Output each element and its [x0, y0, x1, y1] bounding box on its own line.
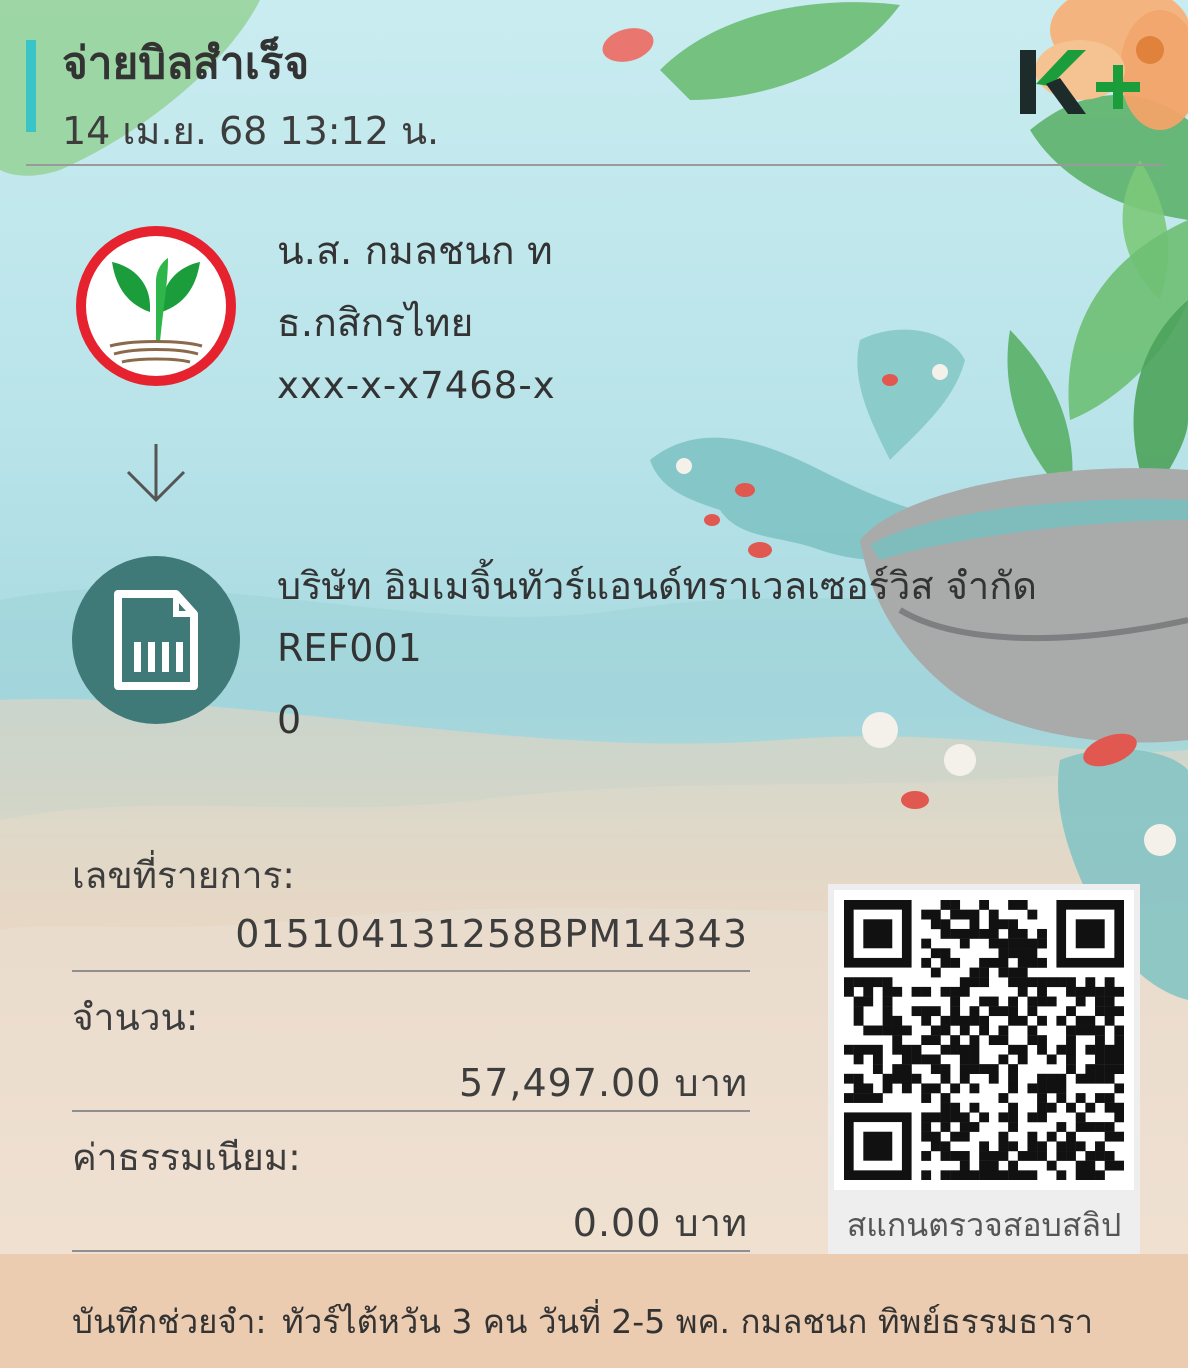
qr-caption: สแกนตรวจสอบสลิป [846, 1206, 1122, 1244]
payee-reference-1: REF001 [277, 626, 422, 670]
field-divider [72, 1110, 750, 1112]
memo-value: ทัวร์ไต้หวัน 3 คน วันที่ 2-5 พค. กมลชนก … [282, 1302, 1093, 1341]
sender-name: น.ส. กมลชนก ท [277, 229, 553, 274]
field-divider [72, 970, 750, 972]
fee-label: ค่าธรรมเนียม: [72, 1136, 301, 1179]
payee-name: บริษัท อิมเมจิ้นทัวร์แอนด์ทราเวลเซอร์วิส… [277, 564, 1037, 608]
amount-label: จำนวน: [72, 996, 199, 1039]
amount-value: 57,497.00 บาท [459, 1061, 748, 1105]
sender-account-number: xxx-x-x7468-x [277, 364, 556, 407]
arrow-down-icon [126, 444, 186, 503]
bill-document-icon [72, 556, 240, 724]
payment-slip: จ่ายบิลสำเร็จ 14 เม.ย. 68 13:12 น. น.ส. … [0, 0, 1188, 1368]
kplus-logo-icon [1020, 50, 1140, 114]
field-divider [72, 1250, 750, 1252]
transaction-id: 015104131258BPM14343 [235, 912, 748, 956]
fee-value: 0.00 บาท [572, 1201, 748, 1245]
memo-label: บันทึกช่วยจำ: [72, 1302, 267, 1341]
kasikornbank-logo-icon [76, 226, 236, 386]
page-title: จ่ายบิลสำเร็จ [62, 38, 310, 89]
qr-code-icon[interactable] [844, 900, 1124, 1180]
header-divider [26, 164, 1164, 166]
sender-bank: ธ.กสิกรไทย [277, 301, 474, 346]
transaction-datetime: 14 เม.ย. 68 13:12 น. [62, 109, 440, 153]
payee-reference-2: 0 [277, 698, 302, 742]
header-accent-bar [26, 40, 36, 132]
transaction-id-label: เลขที่รายการ: [72, 854, 295, 897]
